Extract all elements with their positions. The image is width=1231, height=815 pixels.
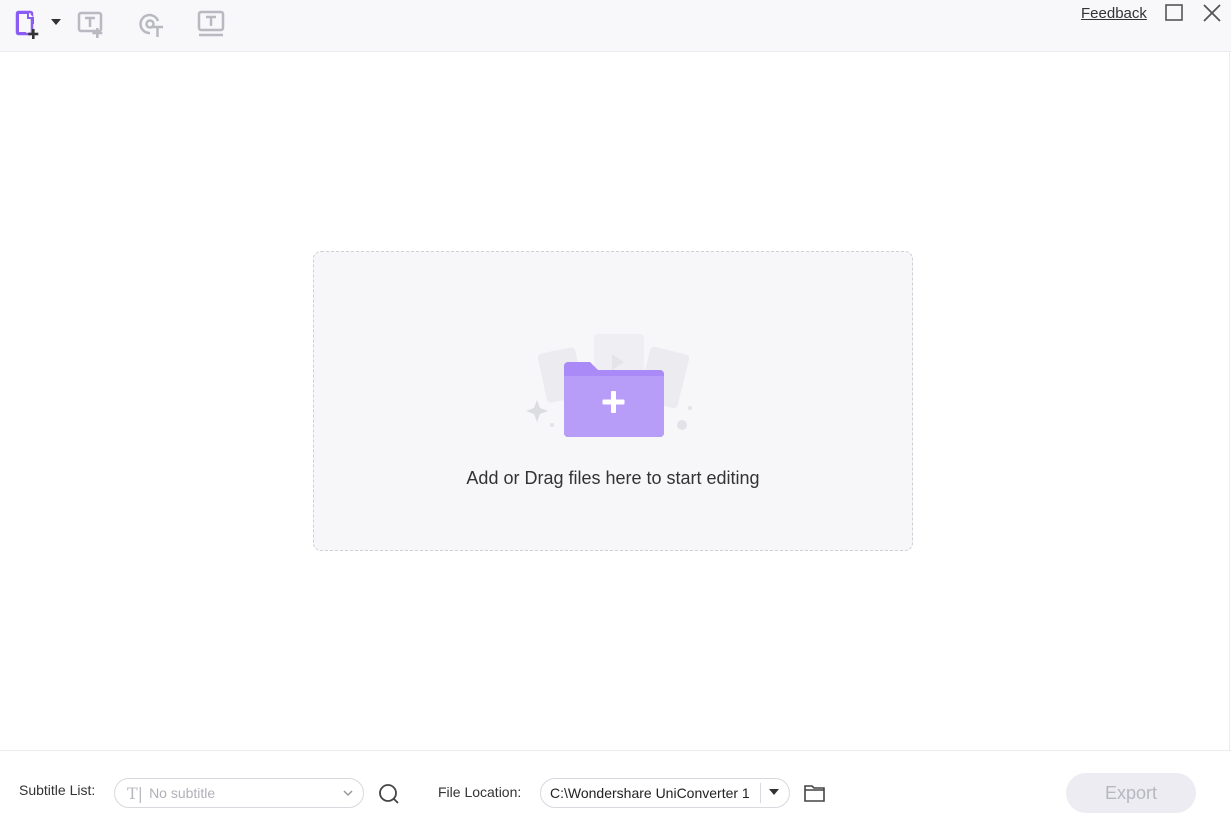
- auto-subtitle-button[interactable]: [135, 8, 167, 40]
- auto-subtitle-icon: [139, 13, 163, 37]
- text-subtitle-button[interactable]: [195, 8, 227, 40]
- subtitle-list-label: Subtitle List:: [19, 782, 96, 798]
- add-subtitle-button[interactable]: [75, 8, 107, 40]
- folder-icon: [804, 785, 825, 802]
- chevron-down-icon: [343, 790, 353, 797]
- drop-zone-text: Add or Drag files here to start editing: [466, 468, 760, 488]
- close-icon: [1203, 4, 1221, 22]
- app-window: Feedback Add or Drag files here to start…: [0, 0, 1231, 815]
- file-drop-zone[interactable]: Add or Drag files here to start editing: [313, 251, 913, 551]
- close-button[interactable]: [1202, 3, 1222, 23]
- open-folder-button[interactable]: [803, 782, 827, 804]
- add-file-icon: [15, 10, 39, 39]
- file-location-label: File Location:: [438, 784, 522, 800]
- text-to-subtitle-icon: [197, 10, 225, 37]
- subtitle-list-select[interactable]: T| No subtitle: [114, 778, 364, 808]
- caret-down-icon: [51, 19, 61, 25]
- feedback-link[interactable]: Feedback: [1081, 5, 1147, 22]
- maximize-icon: [1165, 4, 1183, 21]
- add-folder-illustration: [526, 334, 692, 437]
- search-icon: [379, 784, 399, 804]
- subtitle-placeholder: No subtitle: [149, 785, 216, 801]
- export-button[interactable]: Export: [1066, 773, 1196, 813]
- search-subtitle-button[interactable]: [377, 782, 401, 806]
- file-location-select[interactable]: C:\Wondershare UniConverter 1: [540, 778, 790, 808]
- window-divider: [1229, 52, 1230, 752]
- maximize-button[interactable]: [1164, 3, 1184, 23]
- add-file-button[interactable]: [12, 8, 44, 40]
- top-toolbar: Feedback: [0, 0, 1231, 52]
- add-file-dropdown[interactable]: [50, 15, 62, 29]
- file-location-value: C:\Wondershare UniConverter 1: [550, 785, 750, 801]
- text-type-icon: T|: [127, 783, 144, 803]
- add-subtitle-icon: [77, 11, 103, 38]
- select-divider: [760, 783, 761, 803]
- bottom-bar: Subtitle List: T| No subtitle File Locat…: [0, 750, 1231, 815]
- caret-down-icon[interactable]: [769, 788, 779, 796]
